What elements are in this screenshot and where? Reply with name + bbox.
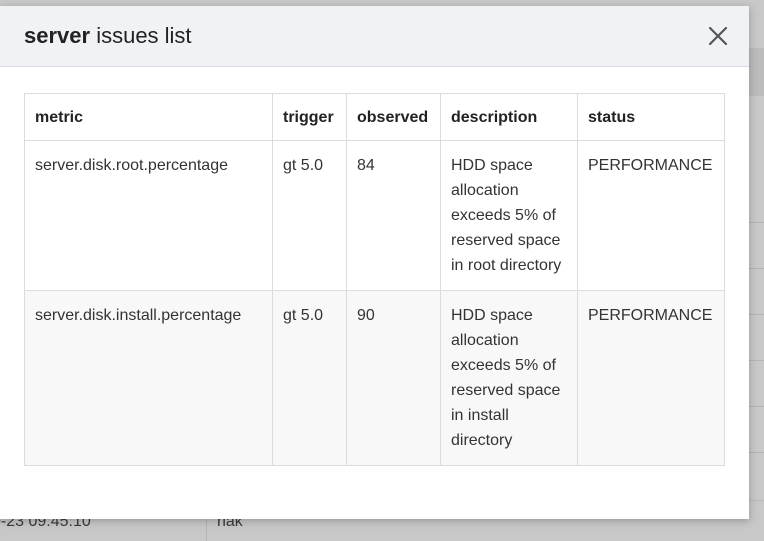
issues-table-wrapper: metric trigger observed description stat…	[24, 93, 725, 466]
cell-status: PERFORMANCE	[577, 290, 725, 466]
cell-description: HDD space allocation exceeds 5% of reser…	[440, 140, 578, 291]
table-header-row: metric trigger observed description stat…	[24, 93, 725, 141]
cell-metric: server.disk.root.percentage	[24, 140, 273, 291]
close-icon	[708, 26, 728, 46]
close-button[interactable]	[705, 23, 731, 49]
modal-header: server issues list	[0, 6, 749, 67]
cell-metric: server.disk.install.percentage	[24, 290, 273, 466]
header-description: description	[440, 93, 578, 141]
cell-description: HDD space allocation exceeds 5% of reser…	[440, 290, 578, 466]
cell-trigger: gt 5.0	[272, 290, 347, 466]
modal-title-rest: issues list	[90, 23, 192, 48]
modal-title: server issues list	[24, 23, 192, 49]
cell-status: PERFORMANCE	[577, 140, 725, 291]
table-row: server.disk.root.percentage gt 5.0 84 HD…	[24, 140, 725, 291]
table-row: server.disk.install.percentage gt 5.0 90…	[24, 290, 725, 466]
issues-table: metric trigger observed description stat…	[24, 93, 725, 466]
cell-trigger: gt 5.0	[272, 140, 347, 291]
cell-observed: 90	[346, 290, 441, 466]
issues-modal: server issues list metric trigger observ…	[0, 6, 749, 519]
header-observed: observed	[346, 93, 441, 141]
header-status: status	[577, 93, 725, 141]
modal-title-strong: server	[24, 23, 91, 48]
header-metric: metric	[24, 93, 273, 141]
header-trigger: trigger	[272, 93, 347, 141]
background-header-strip	[749, 48, 764, 96]
cell-observed: 84	[346, 140, 441, 291]
